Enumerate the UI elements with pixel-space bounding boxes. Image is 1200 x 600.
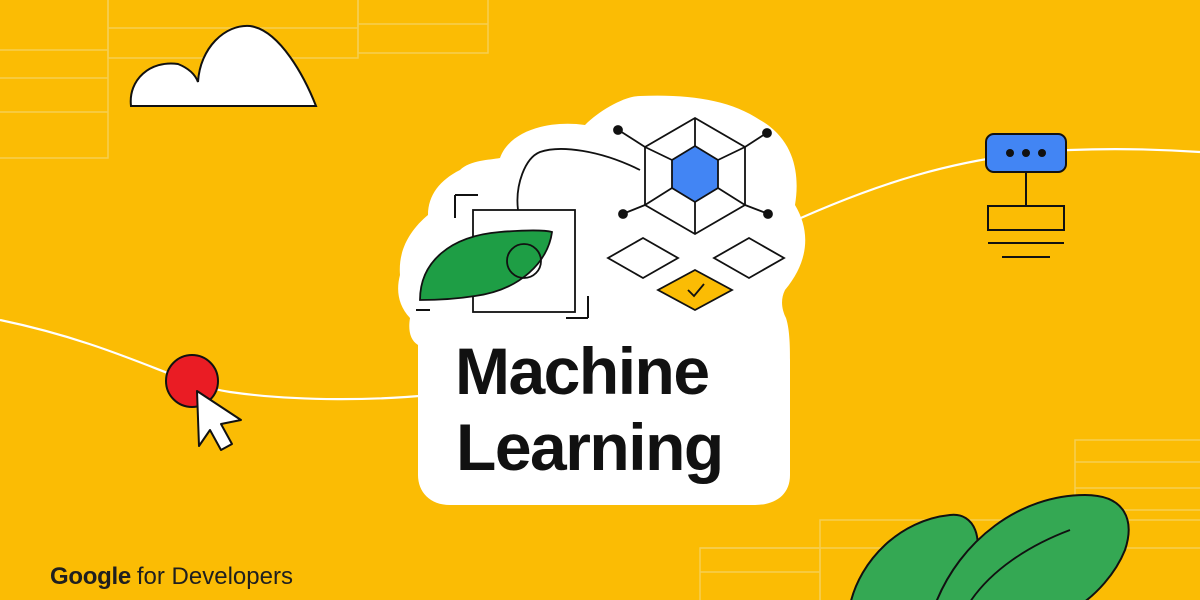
- cloud-icon: [129, 24, 318, 107]
- background-scene: [0, 0, 1200, 600]
- title-line-learning: Learning: [456, 410, 724, 484]
- title-line-machine: Machine: [455, 334, 710, 408]
- flowchart-node-icon: [985, 133, 1067, 258]
- brand-suffix: for Developers: [136, 563, 293, 590]
- brand-google: Google: [50, 563, 131, 590]
- cursor-arrow-icon: [196, 390, 242, 451]
- plant-leaves-icon: [850, 493, 1130, 600]
- brand-logo: Google for Developers: [50, 565, 293, 589]
